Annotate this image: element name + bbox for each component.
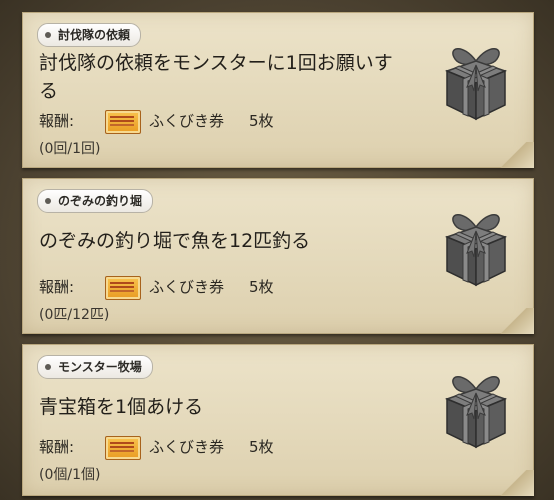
quest-title-line2: る xyxy=(39,80,59,102)
quest-progress: (0回/1回) xyxy=(39,141,101,157)
quest-category-label: のぞみの釣り堀 xyxy=(58,194,143,208)
reward-item-name: ふくびき券 xyxy=(149,438,225,456)
quest-category-label: 討伐隊の依頼 xyxy=(58,28,131,42)
quest-category-tag: のぞみの釣り堀 xyxy=(37,189,154,213)
lottery-ticket-icon xyxy=(105,436,141,460)
quest-progress: (0匹/12匹) xyxy=(39,307,110,323)
quest-category-tag: モンスター牧場 xyxy=(37,355,153,379)
tag-bullet-icon xyxy=(45,364,51,370)
tag-bullet-icon xyxy=(45,198,51,204)
quest-progress: (0個/1個) xyxy=(39,467,101,483)
quest-card[interactable]: モンスター牧場 青宝箱を1個あける 報酬: ふくびき券 5枚 (0個/1個) xyxy=(22,344,534,496)
tag-bullet-icon xyxy=(45,32,51,38)
quest-card[interactable]: のぞみの釣り堀 のぞみの釣り堀で魚を12匹釣る 報酬: ふくびき券 5枚 (0匹… xyxy=(22,178,534,334)
quest-title-line1: 討伐隊の依頼をモンスターに1回お願いす xyxy=(39,52,393,74)
quest-title: のぞみの釣り堀で魚を12匹釣る xyxy=(39,227,310,255)
quest-title-line1: 青宝箱を1個あける xyxy=(39,396,204,418)
reward-item-name: ふくびき券 xyxy=(149,278,225,296)
quest-title: 討伐隊の依頼をモンスターに1回お願いす る xyxy=(39,49,393,105)
reward-label: 報酬: xyxy=(39,438,75,456)
lottery-ticket-icon xyxy=(105,276,141,300)
reward-item-count: 5枚 xyxy=(249,438,274,456)
reward-item-name: ふくびき券 xyxy=(149,112,225,130)
gift-box-icon[interactable] xyxy=(433,39,519,125)
quest-title-line1: のぞみの釣り堀で魚を12匹釣る xyxy=(39,230,311,252)
gift-box-icon[interactable] xyxy=(433,367,519,453)
quest-category-tag: 討伐隊の依頼 xyxy=(37,23,142,47)
reward-label: 報酬: xyxy=(39,112,75,130)
reward-item-count: 5枚 xyxy=(249,112,274,130)
quest-title: 青宝箱を1個あける xyxy=(39,393,203,421)
quest-card[interactable]: 討伐隊の依頼 討伐隊の依頼をモンスターに1回お願いす る 報酬: ふくびき券 5… xyxy=(22,12,534,168)
reward-item-count: 5枚 xyxy=(249,278,274,296)
quest-category-label: モンスター牧場 xyxy=(58,360,142,374)
gift-box-icon[interactable] xyxy=(433,205,519,291)
reward-label: 報酬: xyxy=(39,278,75,296)
lottery-ticket-icon xyxy=(105,110,141,134)
